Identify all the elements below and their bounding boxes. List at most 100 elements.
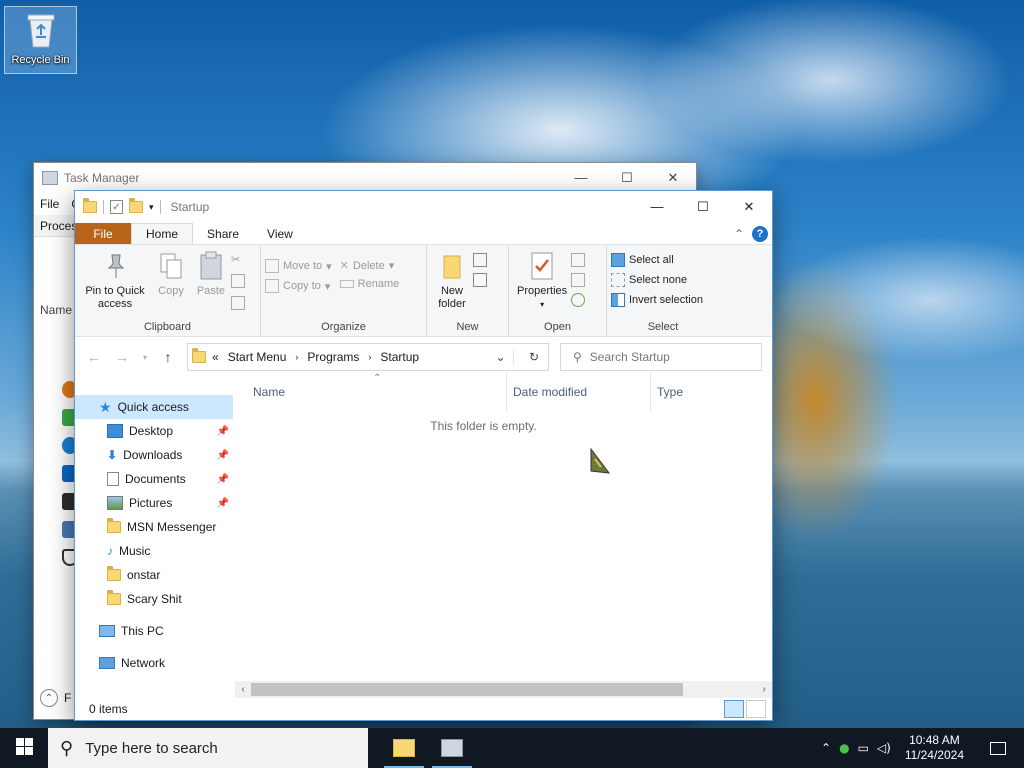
task-manager-close-button[interactable]: ✕ (650, 170, 696, 186)
recycle-bin-desktop-icon[interactable]: Recycle Bin (4, 6, 77, 74)
fewer-details-icon[interactable]: ⌃ (40, 689, 58, 707)
pin-icon[interactable]: 📌 (217, 450, 229, 461)
column-name[interactable]: Name (235, 373, 507, 411)
address-overflow[interactable]: « (212, 350, 219, 364)
pin-icon[interactable]: 📌 (217, 474, 229, 485)
up-icon[interactable]: ↑ (159, 349, 177, 365)
new-item-icon[interactable] (473, 253, 487, 267)
breadcrumb-programs[interactable]: Programs (307, 350, 359, 364)
column-date-modified[interactable]: Date modified (507, 373, 651, 411)
copy-path-icon[interactable] (231, 274, 245, 288)
nav-network[interactable]: Network (75, 651, 233, 675)
refresh-icon[interactable]: ↻ (520, 350, 548, 364)
invert-selection-button[interactable]: Invert selection (611, 293, 703, 307)
user-status-icon[interactable]: ● (839, 741, 849, 755)
nav-music[interactable]: ♪ Music (75, 539, 233, 563)
help-icon[interactable]: ? (752, 225, 768, 242)
breadcrumb-start-menu[interactable]: Start Menu (228, 350, 287, 364)
customize-qat-icon[interactable]: ▾ (149, 202, 154, 213)
tab-share[interactable]: Share (193, 223, 253, 244)
nav-scary-shit[interactable]: Scary Shit (75, 587, 233, 611)
open-icon[interactable] (571, 253, 586, 267)
task-manager-tab-processes[interactable]: Proces (40, 219, 77, 233)
copy-to-button[interactable]: Copy to ▾ (265, 279, 332, 293)
taskbar-file-explorer[interactable] (380, 728, 428, 768)
task-manager-col-name[interactable]: Name (40, 303, 72, 317)
nav-quick-access-label: Quick access (117, 400, 189, 414)
address-dropdown-icon[interactable]: ⌄ (488, 350, 514, 364)
computer-icon (99, 625, 115, 637)
nav-onstar[interactable]: onstar (75, 563, 233, 587)
large-icons-view-icon[interactable] (746, 700, 766, 718)
nav-pictures[interactable]: Pictures 📌 (75, 491, 233, 515)
nav-pictures-label: Pictures (129, 496, 173, 510)
history-icon[interactable] (571, 293, 586, 307)
rename-button[interactable]: Rename (339, 278, 399, 290)
file-explorer-window[interactable]: ✓ ▾ Startup — ☐ ✕ File Home Share View ⌃… (74, 190, 773, 721)
network-icon[interactable]: ▭ (858, 741, 869, 755)
column-type[interactable]: Type (651, 373, 741, 411)
delete-icon: ✕ (339, 260, 349, 272)
easy-access-icon[interactable] (473, 273, 487, 287)
task-manager-menu-file[interactable]: File (40, 197, 59, 211)
cursor-icon (587, 447, 613, 480)
nav-this-pc[interactable]: This PC (75, 619, 233, 643)
ribbon: Pin to Quick access Copy Paste ✂ Clipboa… (75, 245, 772, 337)
folder-icon (107, 566, 121, 581)
notifications-button[interactable] (978, 728, 1018, 768)
select-none-button[interactable]: Select none (611, 273, 703, 287)
recent-locations-icon[interactable]: ▾ (141, 353, 149, 362)
details-view-icon[interactable] (724, 700, 744, 718)
nav-downloads[interactable]: ⬇ Downloads 📌 (75, 443, 233, 467)
explorer-maximize-button[interactable]: ☐ (680, 199, 726, 215)
show-hidden-icons-icon[interactable]: ⌃ (821, 741, 831, 755)
paste-shortcut-icon[interactable] (231, 296, 245, 310)
task-manager-titlebar[interactable]: Task Manager — ☐ ✕ (34, 163, 696, 193)
volume-icon[interactable]: ◁) (877, 741, 891, 755)
scrollbar-thumb[interactable] (251, 683, 683, 696)
delete-button[interactable]: ✕ Delete ▾ (339, 259, 400, 273)
explorer-close-button[interactable]: ✕ (726, 199, 772, 215)
explorer-titlebar[interactable]: ✓ ▾ Startup — ☐ ✕ (75, 191, 772, 223)
quick-access-toolbar: ✓ ▾ (83, 198, 161, 214)
tab-file[interactable]: File (75, 223, 131, 244)
nav-desktop[interactable]: Desktop 📌 (75, 419, 233, 443)
edit-icon[interactable] (571, 273, 586, 287)
task-manager-maximize-button[interactable]: ☐ (604, 170, 650, 186)
taskbar-search-box[interactable]: ⚲ Type here to search (48, 728, 368, 768)
pin-label: Pin to Quick access (85, 285, 145, 310)
scroll-left-icon[interactable]: ‹ (235, 684, 251, 695)
move-to-button[interactable]: Move to ▾ (265, 259, 332, 273)
select-all-button[interactable]: Select all (611, 253, 703, 267)
start-button[interactable] (0, 728, 48, 768)
properties-icon (526, 249, 558, 283)
collapse-ribbon-icon[interactable]: ⌃ (734, 227, 744, 241)
breadcrumb-startup[interactable]: Startup (380, 350, 419, 364)
task-manager-footer-label[interactable]: F (64, 691, 71, 705)
file-list[interactable]: ⌃ Name Date modified Type This folder is… (235, 373, 772, 698)
nav-quick-access[interactable]: ★ Quick access (75, 395, 233, 419)
horizontal-scrollbar[interactable]: ‹ › (235, 681, 772, 698)
nav-documents[interactable]: Documents 📌 (75, 467, 233, 491)
search-box[interactable]: ⚲ Search Startup (560, 343, 762, 371)
address-bar[interactable]: « Start Menu › Programs › Startup ⌄ ↻ (187, 343, 549, 371)
explorer-minimize-button[interactable]: — (634, 199, 680, 215)
tab-view[interactable]: View (253, 223, 307, 244)
task-manager-minimize-button[interactable]: — (558, 170, 604, 186)
select-all-icon (611, 253, 625, 267)
tab-home[interactable]: Home (131, 223, 194, 244)
nav-music-label: Music (119, 544, 151, 558)
pin-icon[interactable]: 📌 (217, 426, 229, 437)
nav-documents-label: Documents (125, 472, 186, 486)
scroll-right-icon[interactable]: › (756, 684, 772, 695)
nav-msn-messenger[interactable]: MSN Messenger (75, 515, 233, 539)
new-folder-qat-icon[interactable] (129, 198, 143, 213)
pin-icon[interactable]: 📌 (217, 498, 229, 509)
back-icon[interactable]: ← (85, 349, 103, 365)
cut-icon[interactable]: ✂ (231, 253, 245, 266)
properties-qat-icon[interactable]: ✓ (110, 200, 123, 214)
taskbar-task-manager[interactable] (428, 728, 476, 768)
select-group: Select all Select none Invert selection … (607, 245, 719, 336)
forward-icon[interactable]: → (113, 349, 131, 365)
clock[interactable]: 10:48 AM 11/24/2024 (899, 733, 970, 763)
